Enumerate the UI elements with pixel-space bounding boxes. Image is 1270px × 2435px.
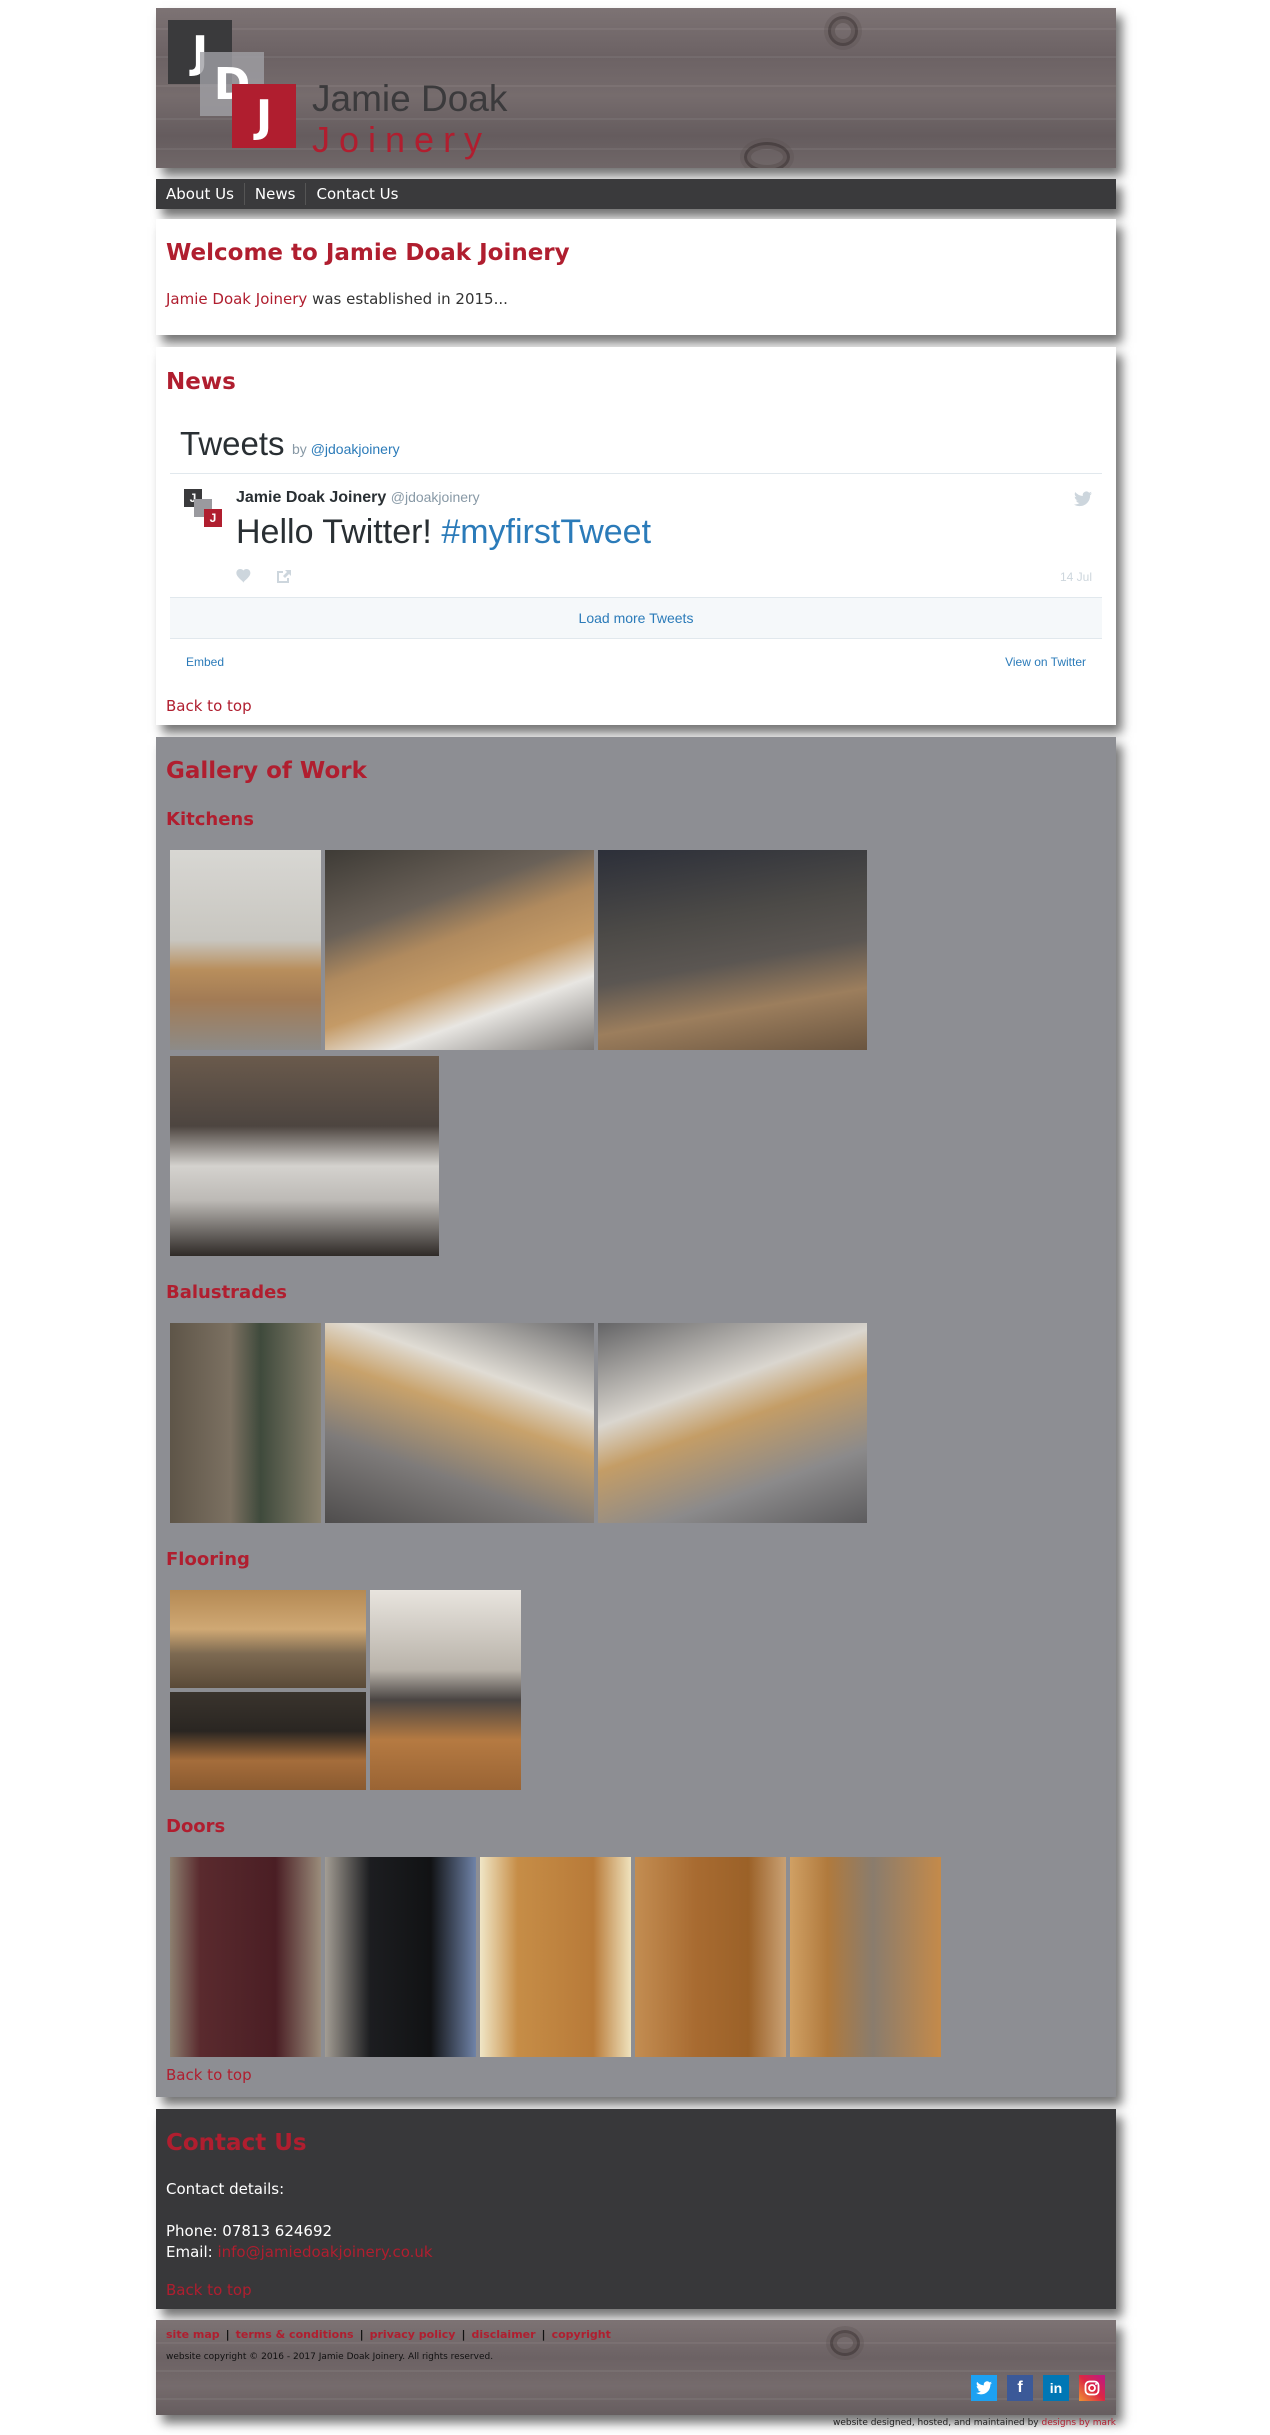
balustrade-photo[interactable]	[325, 1323, 594, 1523]
section-balustrades: Balustrades	[166, 1282, 287, 1303]
email-link[interactable]: info@jamiedoakjoinery.co.uk	[217, 2243, 432, 2261]
welcome-link[interactable]: Jamie Doak Joinery	[166, 290, 307, 308]
footer-copyright: website copyright © 2016 - 2017 Jamie Do…	[166, 2352, 494, 2362]
back-to-top-link[interactable]: Back to top	[166, 2281, 252, 2299]
back-to-top-link[interactable]: Back to top	[166, 697, 252, 715]
nav-contact-us[interactable]: Contact Us	[306, 185, 408, 203]
balustrade-photo[interactable]	[170, 1323, 321, 1523]
contact-email: Email: info@jamiedoakjoinery.co.uk	[166, 2243, 433, 2261]
by-label: by	[292, 441, 311, 457]
tweet-author-line: Jamie Doak Joinery @jdoakjoinery	[236, 489, 480, 507]
divider	[170, 473, 1102, 474]
door-photo[interactable]	[325, 1857, 476, 2057]
tweet-date[interactable]: 14 Jul	[1060, 570, 1092, 584]
door-photo[interactable]	[170, 1857, 321, 2057]
nav-about-us[interactable]: About Us	[156, 185, 244, 203]
gallery-title: Gallery of Work	[166, 758, 367, 784]
contact-title: Contact Us	[166, 2130, 307, 2156]
balustrade-photo[interactable]	[598, 1323, 867, 1523]
site-logo[interactable]: J D J Jamie Doak Joinery	[156, 8, 576, 168]
footer-link-disclaimer[interactable]: disclaimer	[472, 2328, 536, 2341]
kitchen-photo[interactable]	[170, 850, 321, 1050]
phone-label: Phone:	[166, 2222, 223, 2240]
footer-link-privacy[interactable]: privacy policy	[370, 2328, 456, 2341]
heart-icon[interactable]	[236, 569, 252, 583]
phone-number[interactable]: 07813 624692	[222, 2222, 332, 2240]
door-photo[interactable]	[635, 1857, 786, 2057]
tweet-handle[interactable]: @jdoakjoinery	[391, 489, 480, 505]
news-title: News	[166, 369, 236, 395]
section-flooring: Flooring	[166, 1549, 250, 1570]
contact-details-label: Contact details:	[166, 2180, 285, 2198]
kitchen-photo[interactable]	[598, 850, 867, 1050]
email-label: Email:	[166, 2243, 218, 2261]
flooring-photo[interactable]	[370, 1590, 521, 1790]
news-panel: News Tweets by @jdoakjoinery J J Jamie D…	[156, 347, 1116, 725]
instagram-icon[interactable]	[1079, 2375, 1105, 2401]
door-photo[interactable]	[480, 1857, 631, 2057]
tweet-hashtag[interactable]: #myfirstTweet	[441, 513, 651, 551]
view-on-twitter-link[interactable]: View on Twitter	[1005, 655, 1086, 669]
nav-news[interactable]: News	[245, 185, 306, 203]
section-doors: Doors	[166, 1816, 226, 1837]
flooring-photo[interactable]	[170, 1590, 366, 1688]
footer-link-site-map[interactable]: site map	[166, 2328, 220, 2341]
footer-link-copyright[interactable]: copyright	[552, 2328, 611, 2341]
credit-link[interactable]: designs by mark	[1041, 2418, 1116, 2428]
door-photo[interactable]	[790, 1857, 941, 2057]
twitter-widget-title: Tweets	[180, 425, 285, 462]
linkedin-icon[interactable]: in	[1043, 2375, 1069, 2401]
logo-name: Jamie Doak	[312, 78, 508, 119]
main-nav: About Us News Contact Us	[156, 179, 1116, 209]
twitter-bird-icon[interactable]	[1074, 491, 1092, 507]
twitter-widget-by: by @jdoakjoinery	[292, 441, 400, 457]
site-footer: site map | terms & conditions | privacy poli…	[156, 2320, 1116, 2415]
footer-link-terms[interactable]: terms & conditions	[236, 2328, 354, 2341]
tweet-avatar[interactable]: J J	[184, 489, 224, 529]
contact-panel: Contact Us Contact details: Phone: 07813…	[156, 2109, 1116, 2309]
tweet-author[interactable]: Jamie Doak Joinery	[236, 489, 386, 506]
contact-phone: Phone: 07813 624692	[166, 2222, 332, 2240]
back-to-top-link[interactable]: Back to top	[166, 2066, 252, 2084]
footer-links: site map | terms & conditions | privacy poli…	[166, 2328, 611, 2341]
flooring-photo[interactable]	[170, 1692, 366, 1790]
load-more-label: Load more Tweets	[578, 610, 694, 626]
embed-link[interactable]: Embed	[186, 655, 224, 669]
kitchen-photo[interactable]	[325, 850, 594, 1050]
section-kitchens: Kitchens	[166, 809, 254, 830]
twitter-timeline: Tweets by @jdoakjoinery J J Jamie Doak J…	[170, 407, 1102, 687]
twitter-handle-link[interactable]: @jdoakjoinery	[311, 441, 400, 457]
gallery-panel: Gallery of Work Kitchens Balustrades Flo…	[156, 737, 1116, 2097]
tweet-body: Hello Twitter!	[236, 513, 442, 551]
kitchen-photo[interactable]	[170, 1056, 439, 1256]
designer-credit: website designed, hosted, and maintained…	[833, 2418, 1116, 2428]
logo-subtitle: Joinery	[312, 119, 492, 160]
welcome-title: Welcome to Jamie Doak Joinery	[166, 240, 570, 266]
welcome-text: Jamie Doak Joinery was established in 20…	[166, 290, 508, 308]
load-more-button[interactable]: Load more Tweets	[170, 597, 1102, 639]
welcome-body: was established in 2015...	[307, 290, 508, 308]
tweet-text: Hello Twitter! #myfirstTweet	[236, 513, 651, 552]
facebook-icon[interactable]: f	[1007, 2375, 1033, 2401]
welcome-panel: Welcome to Jamie Doak Joinery Jamie Doak…	[156, 219, 1116, 335]
logo-square-j-red: J	[232, 84, 296, 148]
site-header: J D J Jamie Doak Joinery	[156, 8, 1116, 168]
share-icon[interactable]	[276, 569, 292, 583]
twitter-icon[interactable]	[971, 2375, 997, 2401]
credit-text: website designed, hosted, and maintained…	[832, 2418, 1042, 2428]
